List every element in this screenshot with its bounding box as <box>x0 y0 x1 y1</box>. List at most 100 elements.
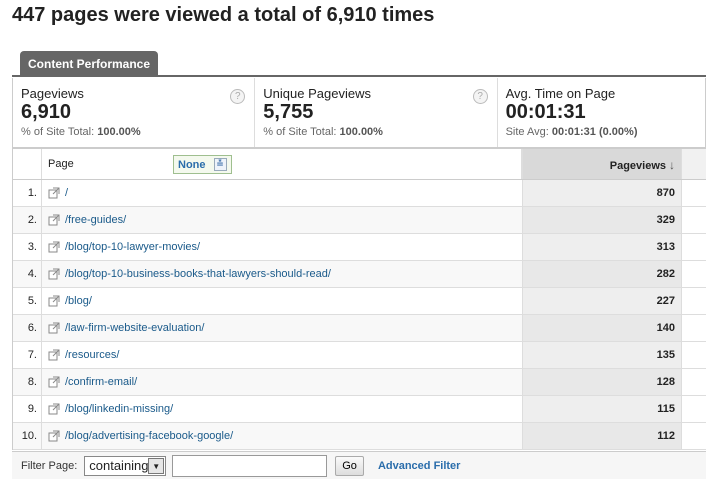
row-pageviews: 282 <box>522 261 682 287</box>
row-index: 2. <box>13 207 42 233</box>
metric-title: Unique Pageviews <box>263 86 371 101</box>
metric-avg-time: Avg. Time on Page 00:01:31 Site Avg: 00:… <box>498 78 705 147</box>
row-index: 10. <box>13 423 42 449</box>
open-in-new-window-icon[interactable] <box>48 430 60 442</box>
row-pageviews: 313 <box>522 234 682 260</box>
metric-sub-label: % of Site Total: <box>263 126 337 138</box>
open-in-new-window-icon[interactable] <box>48 322 60 334</box>
page-link[interactable]: /blog/top-10-lawyer-movies/ <box>65 234 200 261</box>
page-link[interactable]: /blog/advertising-facebook-google/ <box>65 423 233 450</box>
secondary-dimension-select[interactable]: None ≛ <box>173 155 232 174</box>
row-page-cell: / <box>42 180 522 206</box>
metric-title: Avg. Time on Page <box>505 86 616 101</box>
page-link[interactable]: /confirm-email/ <box>65 369 137 396</box>
row-index: 8. <box>13 369 42 395</box>
page-link[interactable]: /blog/linkedin-missing/ <box>65 396 173 423</box>
open-in-new-window-icon[interactable] <box>48 268 60 280</box>
page-link[interactable]: /free-guides/ <box>65 207 126 234</box>
row-pageviews: 115 <box>522 396 682 422</box>
metric-sub-value: 00:01:31 (0.00%) <box>551 126 638 138</box>
page-link[interactable]: / <box>65 180 68 207</box>
metric-subtext: Site Avg: 00:01:31 (0.00%) <box>506 126 705 138</box>
header-page: Page None ≛ <box>42 149 522 179</box>
row-index: 4. <box>13 261 42 287</box>
metric-value: 5,755 <box>263 101 314 123</box>
filter-bar: Filter Page: containing ▼ Go Advanced Fi… <box>12 451 706 479</box>
table-row: 2. /free-guides/329 <box>13 207 706 234</box>
metrics-summary: Pageviews 6,910 % of Site Total: 100.00%… <box>12 78 706 148</box>
row-pageviews: 329 <box>522 207 682 233</box>
page-link[interactable]: /law-firm-website-evaluation/ <box>65 315 204 342</box>
table-row: 5. /blog/227 <box>13 288 706 315</box>
metric-value: 00:01:31 <box>505 101 586 123</box>
row-page-cell: /confirm-email/ <box>42 369 522 395</box>
table-body: 1. / 870 2. /free-guides/329 3. /blog/top-10-l… <box>13 180 706 450</box>
metric-subtext: % of Site Total: 100.00% <box>21 126 254 138</box>
row-index: 3. <box>13 234 42 260</box>
row-page-cell: /blog/ <box>42 288 522 314</box>
open-in-new-window-icon[interactable] <box>48 295 60 307</box>
secondary-dimension-value: None <box>178 158 206 171</box>
row-index: 5. <box>13 288 42 314</box>
row-page-cell: /resources/ <box>42 342 522 368</box>
row-page-cell: /blog/top-10-business-books-that-lawyers… <box>42 261 522 287</box>
open-in-new-window-icon[interactable] <box>48 349 60 361</box>
open-in-new-window-icon[interactable] <box>48 187 60 199</box>
row-pageviews: 140 <box>522 315 682 341</box>
tab-bar: Content Performance <box>12 44 706 77</box>
page-link[interactable]: /blog/top-10-business-books-that-lawyers… <box>65 261 331 288</box>
table-row: 9. /blog/linkedin-missing/115 <box>13 396 706 423</box>
row-pageviews: 128 <box>522 369 682 395</box>
table-row: 3. /blog/top-10-lawyer-movies/313 <box>13 234 706 261</box>
row-pageviews: 870 <box>522 180 682 206</box>
page-headline: 447 pages were viewed a total of 6,910 t… <box>12 4 435 26</box>
chevron-down-icon: ▼ <box>148 457 165 474</box>
page-link[interactable]: /blog/ <box>65 288 92 315</box>
go-button[interactable]: Go <box>335 455 364 476</box>
help-icon[interactable]: ? <box>472 89 488 104</box>
metric-subtext: % of Site Total: 100.00% <box>263 126 496 138</box>
table-row: 6. /law-firm-website-evaluation/140 <box>13 315 706 342</box>
header-pageviews-sort[interactable]: Pageviews ↓ <box>522 149 682 179</box>
chevron-down-icon: ≛ <box>213 158 227 171</box>
row-page-cell: /law-firm-website-evaluation/ <box>42 315 522 341</box>
metric-value: 6,910 <box>21 101 72 123</box>
row-page-cell: /blog/top-10-lawyer-movies/ <box>42 234 522 260</box>
open-in-new-window-icon[interactable] <box>48 403 60 415</box>
metric-title: Pageviews <box>21 86 84 101</box>
row-index: 9. <box>13 396 42 422</box>
metric-sub-label: % of Site Total: <box>21 126 95 138</box>
row-index: 6. <box>13 315 42 341</box>
table-row: 8. /confirm-email/128 <box>13 369 706 396</box>
filter-match-select[interactable]: containing ▼ <box>84 455 167 476</box>
row-page-cell: /free-guides/ <box>42 207 522 233</box>
row-index: 7. <box>13 342 42 368</box>
tab-content-performance[interactable]: Content Performance <box>20 51 159 77</box>
metric-sub-value: 100.00% <box>339 126 383 138</box>
header-index <box>13 149 42 179</box>
page-column-label: Page <box>48 158 74 170</box>
open-in-new-window-icon[interactable] <box>48 214 60 226</box>
filter-label: Filter Page: <box>21 459 78 472</box>
table-row: 4. /blog/top-10-business-books-that-lawye… <box>13 261 706 288</box>
filter-match-value: containing <box>89 458 149 473</box>
pageviews-column-label: Pageviews <box>609 160 666 172</box>
content-table: Page None ≛ Pageviews ↓ 1. / 870 2. /free-gui… <box>12 148 706 450</box>
row-pageviews: 135 <box>522 342 682 368</box>
sort-descending-icon: ↓ <box>669 158 675 172</box>
row-index: 1. <box>13 180 42 206</box>
filter-input[interactable] <box>172 454 328 477</box>
metric-sub-value: 100.00% <box>97 126 141 138</box>
table-row: 10. /blog/advertising-facebook-google/112 <box>13 423 706 450</box>
table-row: 1. / 870 <box>13 180 706 207</box>
metric-pageviews: Pageviews 6,910 % of Site Total: 100.00%… <box>13 78 256 147</box>
table-row: 7. /resources/135 <box>13 342 706 369</box>
advanced-filter-link[interactable]: Advanced Filter <box>378 460 461 472</box>
metric-sub-label: Site Avg: <box>505 126 549 138</box>
metric-unique-pageviews: Unique Pageviews 5,755 % of Site Total: … <box>255 78 498 147</box>
table-header: Page None ≛ Pageviews ↓ <box>13 148 706 180</box>
open-in-new-window-icon[interactable] <box>48 376 60 388</box>
page-link[interactable]: /resources/ <box>65 342 119 369</box>
row-pageviews: 227 <box>522 288 682 314</box>
open-in-new-window-icon[interactable] <box>48 241 60 253</box>
